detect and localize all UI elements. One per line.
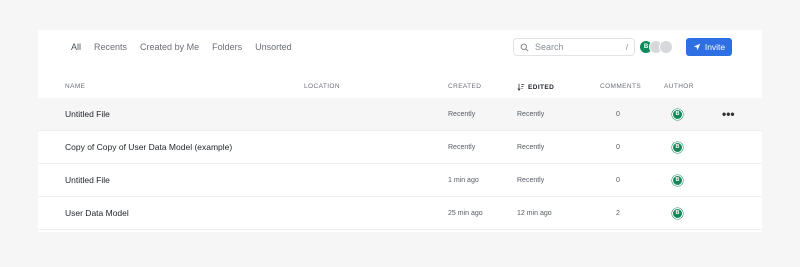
filter-recents[interactable]: Recents	[94, 42, 127, 52]
sort-descending-icon	[517, 83, 525, 91]
column-edited[interactable]: EDITED	[517, 83, 554, 91]
invite-label: Invite	[704, 42, 726, 52]
collaborator-avatars[interactable]: B	[639, 40, 673, 54]
column-created[interactable]: CREATED	[448, 83, 481, 90]
created-time: 1 min ago	[448, 176, 479, 184]
file-name[interactable]: Copy of Copy of User Data Model (example…	[65, 131, 232, 163]
filter-tabs: All Recents Created by Me Folders Unsort…	[71, 42, 292, 52]
comment-count: 2	[616, 209, 620, 217]
author-avatar[interactable]: B	[672, 174, 683, 186]
search-input[interactable]	[535, 42, 615, 52]
file-name[interactable]: Untitled File	[65, 98, 110, 130]
table-header: NAME LOCATION CREATED EDITED COMMENTS AU…	[38, 83, 762, 95]
edited-time: Recently	[517, 143, 545, 151]
author-cell: B	[672, 131, 683, 163]
filter-folders[interactable]: Folders	[212, 42, 242, 52]
table-row[interactable]: Copy of Copy of User Data Model (example…	[38, 131, 762, 164]
send-icon	[693, 43, 701, 51]
column-edited-label: EDITED	[528, 83, 555, 91]
table-row[interactable]: User Data Model 25 min ago 12 min ago 2 …	[38, 197, 762, 230]
search-box[interactable]: /	[513, 38, 635, 56]
search-shortcut-hint: /	[625, 42, 628, 52]
column-comments[interactable]: COMMENTS	[600, 83, 641, 90]
created-time: 25 min ago	[448, 209, 483, 217]
edited-time: Recently	[517, 176, 545, 184]
table-row[interactable]: Untitled File Recently Recently 0 B •••	[38, 98, 762, 131]
author-cell: B	[672, 164, 683, 196]
filter-all[interactable]: All	[71, 42, 81, 52]
comment-count: 0	[616, 110, 620, 118]
edited-time: Recently	[517, 110, 545, 118]
files-panel: All Recents Created by Me Folders Unsort…	[38, 30, 762, 232]
author-avatar[interactable]: B	[672, 141, 683, 153]
author-cell: B	[672, 98, 683, 130]
author-avatar[interactable]: B	[672, 207, 683, 219]
comment-count: 0	[616, 176, 620, 184]
edited-time: 12 min ago	[517, 209, 552, 217]
search-icon	[520, 43, 529, 51]
table-row[interactable]: Untitled File 1 min ago Recently 0 B	[38, 164, 762, 197]
column-author[interactable]: AUTHOR	[664, 83, 694, 90]
created-time: Recently	[448, 143, 476, 151]
more-options-icon[interactable]: •••	[722, 98, 735, 130]
invite-button[interactable]: Invite	[686, 38, 732, 56]
avatar[interactable]	[659, 40, 673, 54]
column-name[interactable]: NAME	[65, 83, 85, 90]
file-name[interactable]: Untitled File	[65, 164, 110, 196]
filter-created-by-me[interactable]: Created by Me	[140, 42, 199, 52]
file-name[interactable]: User Data Model	[65, 197, 129, 229]
author-avatar[interactable]: B	[672, 108, 683, 120]
column-location[interactable]: LOCATION	[304, 83, 340, 90]
comment-count: 0	[616, 143, 620, 151]
created-time: Recently	[448, 110, 476, 118]
filter-unsorted[interactable]: Unsorted	[255, 42, 292, 52]
author-cell: B	[672, 197, 683, 229]
